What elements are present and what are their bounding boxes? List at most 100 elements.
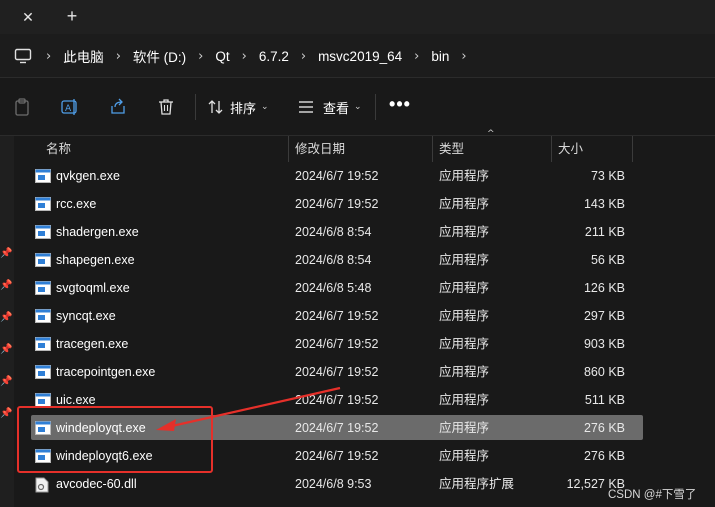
file-name[interactable]: rcc.exe <box>56 190 96 218</box>
chevron-down-icon: ⌄ <box>354 102 362 112</box>
file-size: 276 KB <box>583 449 625 463</box>
file-name[interactable]: shadergen.exe <box>56 218 139 246</box>
file-size: 73 KB <box>590 169 625 183</box>
breadcrumb-separator[interactable]: › <box>242 49 247 64</box>
file-row[interactable]: rcc.exe 2024/6/7 19:52 应用程序 143 KB <box>14 190 715 218</box>
exe-icon <box>35 197 51 211</box>
exe-icon <box>35 253 51 267</box>
navigation-pane[interactable]: 📌 📌 📌 📌 📌 📌 <box>0 136 14 507</box>
watermark-text: CSDN @#下雪了 <box>608 489 697 501</box>
breadcrumb-separator[interactable]: › <box>46 49 51 64</box>
breadcrumb-item-version[interactable]: 6.7.2 <box>259 49 289 64</box>
column-separator[interactable] <box>632 136 633 162</box>
breadcrumb-item-msvc[interactable]: msvc2019_64 <box>318 49 402 64</box>
file-type: 应用程序 <box>439 281 490 295</box>
file-row[interactable]: tracegen.exe 2024/6/7 19:52 应用程序 903 KB <box>14 330 715 358</box>
paste-icon[interactable] <box>12 97 32 117</box>
exe-icon <box>35 169 51 183</box>
toolbar-divider <box>195 94 196 120</box>
view-label: 查看 <box>323 100 350 116</box>
pin-icon[interactable]: 📌 <box>0 344 12 356</box>
rename-icon[interactable]: A <box>60 97 80 117</box>
pin-icon[interactable]: 📌 <box>0 376 12 388</box>
file-row[interactable]: tracepointgen.exe 2024/6/7 19:52 应用程序 860 K… <box>14 358 715 386</box>
file-date: 2024/6/7 19:52 <box>295 449 379 463</box>
file-name[interactable]: shapegen.exe <box>56 246 135 274</box>
file-date: 2024/6/7 19:52 <box>295 309 379 323</box>
sort-icon <box>208 100 223 114</box>
view-icon <box>299 101 313 113</box>
delete-icon[interactable] <box>156 97 176 117</box>
file-size: 860 KB <box>583 365 625 379</box>
column-header-size[interactable]: 大小 <box>552 136 632 162</box>
column-header-row: 名称 修改日期 类型 大小 <box>14 136 715 162</box>
new-tab-icon[interactable]: + <box>62 6 82 26</box>
file-name[interactable]: syncqt.exe <box>56 302 116 330</box>
close-tab-icon[interactable]: ✕ <box>18 7 38 27</box>
breadcrumb-item-bin[interactable]: bin <box>431 49 449 64</box>
command-bar: A 排序 ⌄ 查看 ⌄ ••• <box>0 78 715 136</box>
file-date: 2024/6/7 19:52 <box>295 393 379 407</box>
file-type: 应用程序 <box>439 309 490 323</box>
file-name[interactable]: tracegen.exe <box>56 330 128 358</box>
more-options-button[interactable]: ••• <box>388 94 412 118</box>
pc-icon[interactable] <box>12 45 34 67</box>
file-size: 211 KB <box>584 225 625 239</box>
svg-text:A: A <box>65 104 72 114</box>
file-type: 应用程序 <box>439 449 490 463</box>
breadcrumb-separator[interactable]: › <box>461 49 466 64</box>
pin-icon[interactable]: 📌 <box>0 312 12 324</box>
exe-icon <box>35 365 51 379</box>
column-header-type[interactable]: 类型 <box>433 136 550 162</box>
breadcrumb-item-this-pc[interactable]: 此电脑 <box>63 46 104 66</box>
file-name[interactable]: svgtoqml.exe <box>56 274 130 302</box>
file-name[interactable]: tracepointgen.exe <box>56 358 155 386</box>
file-name[interactable]: qvkgen.exe <box>56 162 120 190</box>
file-type: 应用程序 <box>439 253 490 267</box>
file-date: 2024/6/7 19:52 <box>295 197 379 211</box>
file-type: 应用程序 <box>439 365 490 379</box>
tab-bar: ✕ + <box>0 0 715 34</box>
exe-icon <box>35 309 51 323</box>
file-size: 276 KB <box>583 421 625 435</box>
file-type: 应用程序 <box>439 197 490 211</box>
breadcrumb-separator[interactable]: › <box>116 49 121 64</box>
breadcrumb-separator[interactable]: › <box>198 49 203 64</box>
dll-icon <box>35 477 51 493</box>
breadcrumb-separator[interactable]: › <box>301 49 306 64</box>
pin-icon[interactable]: 📌 <box>0 408 12 420</box>
file-size: 903 KB <box>583 337 625 351</box>
address-bar[interactable]: › 此电脑 › 软件 (D:) › Qt › 6.7.2 › msvc2019_… <box>0 34 715 78</box>
file-row[interactable]: qvkgen.exe 2024/6/7 19:52 应用程序 73 KB <box>14 162 715 190</box>
breadcrumb: › 此电脑 › 软件 (D:) › Qt › 6.7.2 › msvc2019_… <box>8 42 479 70</box>
file-row[interactable]: shapegen.exe 2024/6/8 8:54 应用程序 56 KB <box>14 246 715 274</box>
file-date: 2024/6/8 8:54 <box>295 253 372 267</box>
sort-indicator-icon: ^ <box>487 129 495 139</box>
column-header-name[interactable]: 名称 <box>40 136 288 162</box>
file-row[interactable]: svgtoqml.exe 2024/6/8 5:48 应用程序 126 KB <box>14 274 715 302</box>
column-header-date[interactable]: 修改日期 <box>289 136 432 162</box>
file-row[interactable]: shadergen.exe 2024/6/8 8:54 应用程序 211 KB <box>14 218 715 246</box>
pin-icon[interactable]: 📌 <box>0 280 12 292</box>
sort-button[interactable]: 排序 ⌄ <box>208 97 269 117</box>
exe-icon <box>35 281 51 295</box>
breadcrumb-item-drive[interactable]: 软件 (D:) <box>133 46 186 66</box>
file-row[interactable]: syncqt.exe 2024/6/7 19:52 应用程序 297 KB <box>14 302 715 330</box>
breadcrumb-item-qt[interactable]: Qt <box>215 49 229 64</box>
breadcrumb-separator[interactable]: › <box>414 49 419 64</box>
file-date: 2024/6/7 19:52 <box>295 169 379 183</box>
pin-icon[interactable]: 📌 <box>0 248 12 260</box>
file-type: 应用程序 <box>439 421 490 435</box>
file-type: 应用程序扩展 <box>439 477 515 491</box>
view-button[interactable]: 查看 ⌄ <box>298 97 362 117</box>
file-date: 2024/6/7 19:52 <box>295 337 379 351</box>
file-date: 2024/6/7 19:52 <box>295 421 379 435</box>
file-size: 297 KB <box>583 309 625 323</box>
toolbar-divider <box>375 94 376 120</box>
file-type: 应用程序 <box>439 169 490 183</box>
share-icon[interactable] <box>108 97 128 117</box>
file-type: 应用程序 <box>439 225 490 239</box>
file-name[interactable]: avcodec-60.dll <box>56 470 137 498</box>
file-type: 应用程序 <box>439 393 490 407</box>
file-date: 2024/6/8 8:54 <box>295 225 372 239</box>
